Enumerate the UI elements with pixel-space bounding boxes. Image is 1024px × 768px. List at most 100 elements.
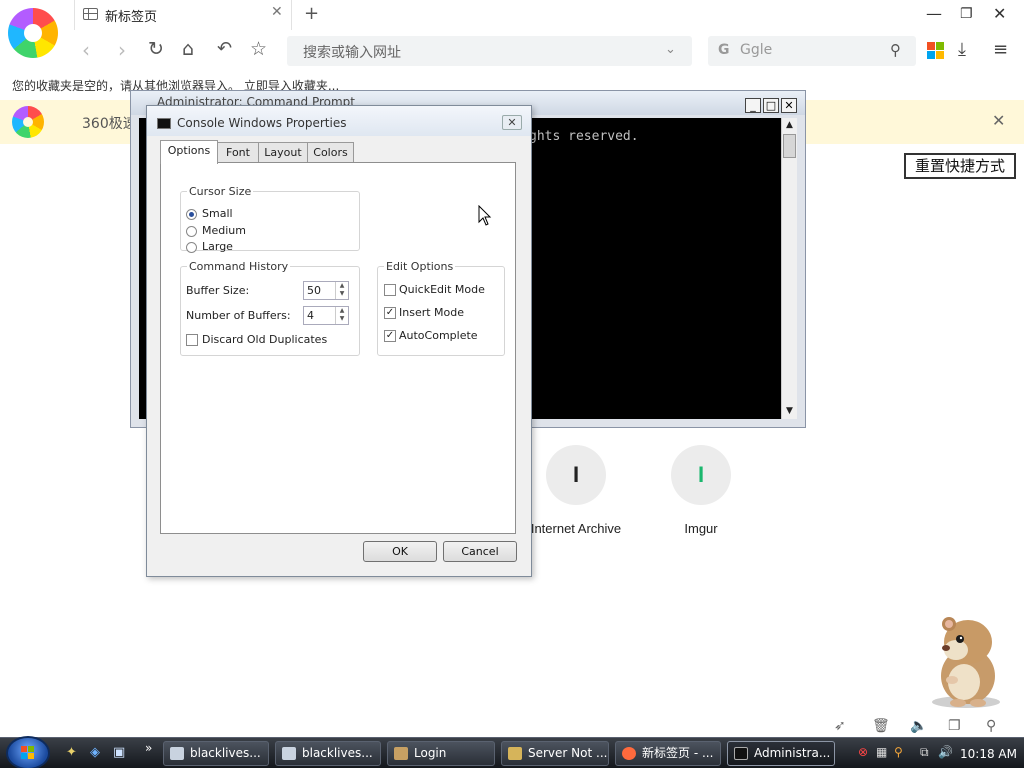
- taskbar-item[interactable]: blacklives...: [163, 741, 269, 766]
- discard-duplicates-label: Discard Old Duplicates: [202, 333, 328, 346]
- search-box[interactable]: G Ggle ⚲: [708, 36, 916, 66]
- search-icon[interactable]: ⚲: [986, 718, 996, 734]
- quickedit-checkbox[interactable]: [384, 284, 396, 296]
- rocket-icon[interactable]: ➶: [834, 718, 846, 734]
- new-tab-button[interactable]: +: [304, 3, 319, 24]
- taskbar-item-label: blacklives...: [302, 746, 373, 760]
- console-close-button[interactable]: ✕: [781, 98, 797, 113]
- search-icon[interactable]: ⚲: [890, 41, 901, 59]
- taskbar-item[interactable]: 新标签页 - ...: [615, 741, 721, 766]
- tab-new-tab[interactable]: 新标签页 ✕: [74, 0, 292, 30]
- start-button[interactable]: [6, 736, 50, 768]
- console-app-icon: [734, 747, 748, 760]
- quickedit-label: QuickEdit Mode: [399, 283, 485, 296]
- cursor-large-label: Large: [202, 240, 233, 253]
- taskbar-item-active[interactable]: Administra...: [727, 741, 835, 766]
- close-window-button[interactable]: ✕: [993, 4, 1006, 23]
- console-properties-dialog[interactable]: Console Windows Properties ✕ Options Fon…: [146, 105, 532, 577]
- undo-close-button[interactable]: ↶: [217, 38, 232, 59]
- dialog-titlebar[interactable]: Console Windows Properties ✕: [147, 106, 531, 136]
- tab-font[interactable]: Font: [217, 142, 259, 163]
- console-minimize-button[interactable]: _: [745, 98, 761, 113]
- window-icon[interactable]: ❐: [948, 718, 961, 734]
- taskbar-item-label: blacklives...: [190, 746, 261, 760]
- options-panel: Cursor Size Small Medium Large Command H…: [160, 162, 516, 534]
- spin-up-icon[interactable]: ▲: [336, 282, 348, 290]
- scroll-down-arrow-icon[interactable]: ▼: [782, 404, 797, 419]
- edit-options-legend: Edit Options: [386, 260, 454, 273]
- console-text: ghts reserved.: [529, 129, 639, 144]
- buffer-size-stepper[interactable]: 50 ▲ ▼: [303, 281, 349, 300]
- discard-duplicates-checkbox[interactable]: [186, 334, 198, 346]
- quicklaunch-icon[interactable]: ✦: [66, 745, 77, 760]
- error-icon[interactable]: ⊗: [858, 745, 868, 759]
- number-of-buffers-stepper[interactable]: 4 ▲ ▼: [303, 306, 349, 325]
- spin-up-icon[interactable]: ▲: [336, 307, 348, 315]
- tile-internet-archive[interactable]: I Internet Archive: [521, 445, 631, 536]
- clock[interactable]: 10:18 AM: [960, 747, 1017, 761]
- taskbar-item-label: 新标签页 - ...: [642, 746, 714, 760]
- browser-logo[interactable]: [8, 8, 58, 58]
- dialog-close-button[interactable]: ✕: [502, 115, 522, 130]
- internet-archive-icon: I: [546, 445, 606, 505]
- favorite-star-button[interactable]: ☆: [250, 38, 267, 60]
- apps-icon[interactable]: [927, 42, 944, 59]
- console-icon: [157, 118, 171, 129]
- cursor-large-radio[interactable]: [186, 242, 197, 253]
- cursor-medium-radio[interactable]: [186, 226, 197, 237]
- taskbar-item[interactable]: Server Not ...: [501, 741, 609, 766]
- restore-button[interactable]: ❐: [960, 6, 973, 22]
- tile-label: Imgur: [684, 521, 718, 536]
- cursor-medium-label: Medium: [202, 224, 246, 237]
- app-icon: [170, 747, 184, 760]
- tray-app-icon[interactable]: ▦: [876, 745, 887, 759]
- console-maximize-button[interactable]: □: [763, 98, 779, 113]
- console-scrollbar[interactable]: ▲ ▼: [781, 118, 797, 419]
- reset-shortcuts-button[interactable]: 重置快捷方式: [904, 153, 1016, 179]
- speaker-icon[interactable]: 🔈: [910, 718, 927, 734]
- back-button[interactable]: ‹: [82, 38, 90, 62]
- tray-search-icon[interactable]: ⚲: [894, 745, 903, 759]
- close-tab-icon[interactable]: ✕: [271, 4, 283, 20]
- app-icon: [282, 747, 296, 760]
- scroll-up-arrow-icon[interactable]: ▲: [782, 118, 797, 133]
- close-notice-icon[interactable]: ✕: [992, 111, 1005, 130]
- forward-button[interactable]: ›: [118, 38, 126, 62]
- taskbar-item-label: Login: [414, 746, 447, 760]
- taskbar-item-label: Server Not ...: [528, 746, 608, 760]
- search-placeholder: Ggle: [740, 42, 773, 58]
- menu-icon[interactable]: ≡: [993, 39, 1008, 60]
- tab-options[interactable]: Options: [160, 140, 218, 164]
- taskbar-item[interactable]: Login: [387, 741, 495, 766]
- autocomplete-checkbox[interactable]: ✓: [384, 330, 396, 342]
- insert-mode-checkbox[interactable]: ✓: [384, 307, 396, 319]
- buffer-size-value: 50: [307, 284, 321, 297]
- ok-button[interactable]: OK: [363, 541, 437, 562]
- cancel-button[interactable]: Cancel: [443, 541, 517, 562]
- taskbar: ✦ ◈ ▣ » blacklives... blacklives... Logi…: [0, 736, 1024, 768]
- taskbar-item[interactable]: blacklives...: [275, 741, 381, 766]
- quicklaunch-icon[interactable]: ◈: [90, 745, 100, 760]
- volume-icon[interactable]: 🔊: [938, 745, 953, 759]
- tab-layout[interactable]: Layout: [258, 142, 308, 163]
- minimize-button[interactable]: —: [926, 4, 942, 23]
- home-button[interactable]: ⌂: [182, 38, 194, 60]
- tab-colors[interactable]: Colors: [307, 142, 354, 163]
- chevron-down-icon[interactable]: ⌄: [665, 42, 676, 57]
- cursor-small-radio[interactable]: [186, 209, 197, 220]
- tile-imgur[interactable]: I Imgur: [646, 445, 756, 536]
- number-of-buffers-label: Number of Buffers:: [186, 309, 291, 322]
- imgur-icon: I: [671, 445, 731, 505]
- network-icon[interactable]: ⧉: [920, 745, 929, 760]
- autocomplete-label: AutoComplete: [399, 329, 478, 342]
- scroll-thumb[interactable]: [783, 134, 796, 158]
- taskbar-item-label: Administra...: [754, 746, 831, 760]
- download-icon[interactable]: ⤓: [958, 39, 966, 60]
- reload-button[interactable]: ↻: [148, 38, 164, 60]
- address-bar[interactable]: 搜索或输入网址 ⌄: [287, 36, 692, 66]
- trash-icon[interactable]: 🗑: [872, 718, 890, 734]
- spin-down-icon[interactable]: ▼: [336, 290, 348, 298]
- spin-down-icon[interactable]: ▼: [336, 315, 348, 323]
- show-desktop-icon[interactable]: ▣: [113, 745, 125, 760]
- quicklaunch-more-icon[interactable]: »: [145, 741, 152, 755]
